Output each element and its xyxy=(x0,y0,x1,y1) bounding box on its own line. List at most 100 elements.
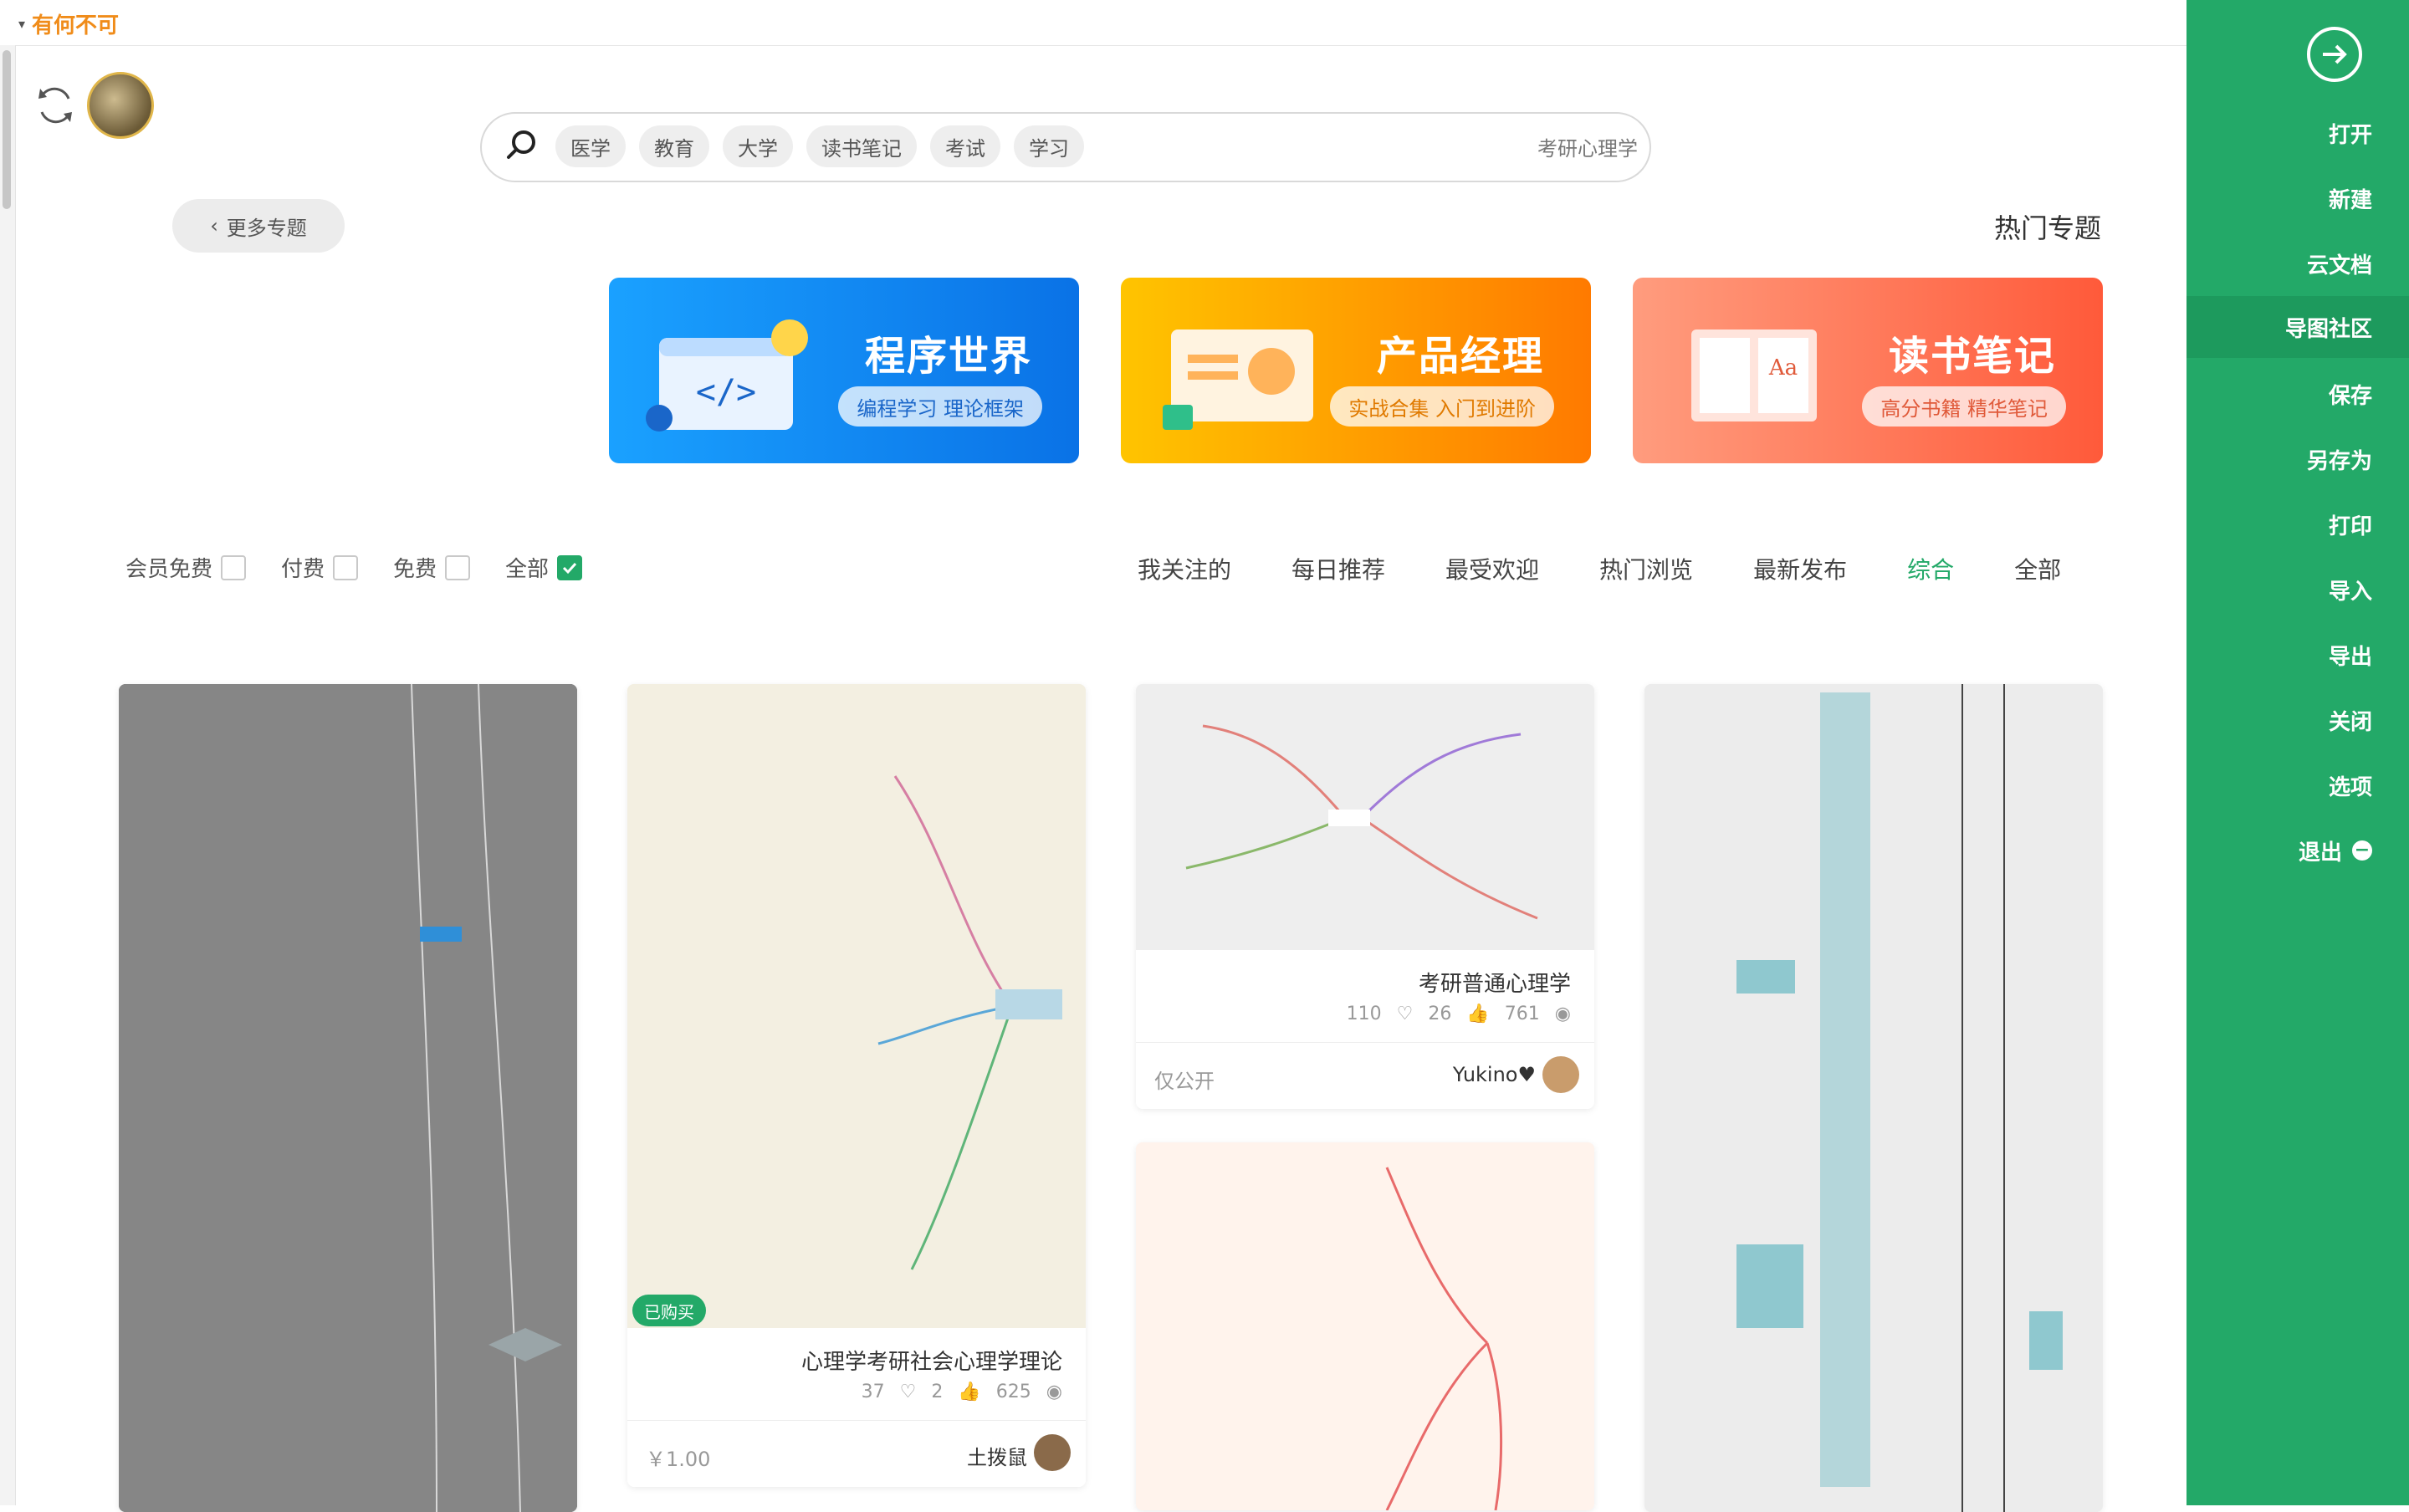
sidebar-item-new[interactable]: 新建 xyxy=(2187,167,2409,229)
tab-hot[interactable]: 热门浏览 xyxy=(1599,552,1693,585)
scrollbar-thumb[interactable] xyxy=(3,50,11,209)
refresh-icon[interactable] xyxy=(30,80,80,130)
mindmap-card[interactable]: 考研普通心理学 110 ♡ 26 👍 761 ◉ 仅公开 Yukino♥ xyxy=(1136,684,1594,1109)
like-count: 26 xyxy=(1428,1004,1452,1024)
sidebar-item-print[interactable]: 打印 xyxy=(2187,493,2409,555)
sidebar-item-save[interactable]: 保存 xyxy=(2187,363,2409,425)
purchased-badge: 已购买 xyxy=(632,1295,706,1326)
more-topics-button[interactable]: ‹ 更多专题 xyxy=(172,199,345,253)
vertical-scrollbar[interactable] xyxy=(0,45,16,1505)
sidebar-item-export[interactable]: 导出 xyxy=(2187,624,2409,686)
mindmap-card[interactable] xyxy=(1136,1142,1594,1510)
category-tabs: 我关注的 每日推荐 最受欢迎 热门浏览 最新发布 综合 全部 xyxy=(1138,552,2061,585)
chip-medicine[interactable]: 医学 xyxy=(555,125,626,167)
banner-subtitle: 编程学习 理论框架 xyxy=(838,386,1042,427)
sidebar-item-community[interactable]: 导图社区 xyxy=(2187,296,2409,358)
card-title[interactable]: 心理学考研社会心理学理论 xyxy=(801,1345,1062,1376)
heart-icon: ♡ xyxy=(1396,1004,1414,1024)
banner-title: 读书笔记 xyxy=(1888,333,2056,380)
brand-menu[interactable]: ▾ 有何不可 xyxy=(18,8,119,39)
filter-free[interactable]: 免费 xyxy=(393,552,475,583)
sidebar-item-close[interactable]: 关闭 xyxy=(2187,689,2409,751)
favorite-count: 110 xyxy=(1346,1004,1382,1024)
chip-study[interactable]: 学习 xyxy=(1014,125,1084,167)
author-avatar[interactable] xyxy=(1542,1056,1579,1093)
filter-label: 会员免费 xyxy=(125,557,213,582)
card-title[interactable]: 考研普通心理学 xyxy=(1419,967,1571,998)
filter-paid[interactable]: 付费 xyxy=(281,552,363,583)
brand-name: 有何不可 xyxy=(32,13,120,38)
chip-reading-notes[interactable]: 读书笔记 xyxy=(806,125,917,167)
user-avatar[interactable] xyxy=(87,72,154,139)
tab-all[interactable]: 全部 xyxy=(2014,552,2061,585)
tab-overall[interactable]: 综合 xyxy=(1907,552,1954,585)
sidebar-item-save-as[interactable]: 另存为 xyxy=(2187,428,2409,490)
checkbox[interactable] xyxy=(221,554,247,580)
check-icon xyxy=(563,562,577,574)
back-arrow-icon[interactable] xyxy=(2307,27,2362,82)
sidebar-item-exit[interactable]: 退出 − xyxy=(2187,820,2409,881)
eye-icon: ◉ xyxy=(1046,1382,1062,1402)
banner-subtitle: 实战合集 入门到进阶 xyxy=(1330,386,1554,427)
tab-latest[interactable]: 最新发布 xyxy=(1753,552,1847,585)
mindmap-thumbnail xyxy=(1644,684,2103,1512)
chevron-left-icon: ‹ xyxy=(210,214,218,238)
card-price: ￥1.00 xyxy=(646,1448,711,1471)
mindmap-thumbnail xyxy=(1136,1142,1594,1510)
author-avatar[interactable] xyxy=(1034,1434,1071,1471)
sidebar-item-open[interactable]: 打开 xyxy=(2187,102,2409,164)
card-price: 仅公开 xyxy=(1154,1070,1215,1093)
checkbox[interactable] xyxy=(445,554,471,580)
more-topics-label: 更多专题 xyxy=(226,216,307,240)
tab-popular[interactable]: 最受欢迎 xyxy=(1445,552,1539,585)
heart-icon: ♡ xyxy=(899,1382,917,1402)
banner-subtitle: 高分书籍 精华笔记 xyxy=(1862,386,2066,427)
view-count: 625 xyxy=(995,1382,1031,1402)
sidebar-item-options[interactable]: 选项 xyxy=(2187,754,2409,816)
mindmap-thumbnail xyxy=(1136,684,1594,950)
search-chips: 医学 教育 大学 读书笔记 考试 学习 xyxy=(555,125,1084,167)
card-author[interactable]: Yukino♥ xyxy=(1453,1063,1536,1086)
mindmap-card[interactable]: 已购买 心理学考研社会心理学理论 37 ♡ 2 👍 625 ◉ ￥1.00 土拨… xyxy=(627,684,1086,1487)
banner-reading-notes[interactable]: Aa 读书笔记 高分书籍 精华笔记 xyxy=(1633,278,2103,463)
banner-programming[interactable]: </> 程序世界 编程学习 理论框架 xyxy=(609,278,1079,463)
svg-text:</>: </> xyxy=(696,373,756,411)
mindmap-card[interactable] xyxy=(1644,684,2103,1512)
card-author[interactable]: 土拨鼠 xyxy=(967,1441,1027,1470)
checkbox[interactable] xyxy=(333,554,359,580)
svg-text:Aa: Aa xyxy=(1768,355,1798,381)
top-bar xyxy=(0,0,2187,46)
tab-daily[interactable]: 每日推荐 xyxy=(1291,552,1385,585)
eye-icon: ◉ xyxy=(1554,1004,1571,1024)
filter-all[interactable]: 全部 xyxy=(505,552,587,583)
presentation-icon xyxy=(1163,329,1313,430)
tab-following[interactable]: 我关注的 xyxy=(1138,552,1231,585)
chip-exam[interactable]: 考试 xyxy=(930,125,1000,167)
sidebar-item-import[interactable]: 导入 xyxy=(2187,559,2409,621)
mindmap-thumbnail xyxy=(119,684,577,1512)
search-input[interactable]: 考研心理学 xyxy=(1489,132,1638,161)
card-footer: 仅公开 Yukino♥ xyxy=(1136,1042,1594,1109)
search-icon[interactable] xyxy=(504,127,540,164)
chip-university[interactable]: 大学 xyxy=(723,125,793,167)
caret-down-icon: ▾ xyxy=(18,16,26,32)
thumbs-up-icon: 👍 xyxy=(1466,1004,1490,1024)
sidebar-item-cloud[interactable]: 云文档 xyxy=(2187,232,2409,294)
filter-member-free[interactable]: 会员免费 xyxy=(125,552,251,583)
card-footer: ￥1.00 土拨鼠 xyxy=(627,1420,1086,1487)
banner-product-manager[interactable]: 产品经理 实战合集 入门到进阶 xyxy=(1121,278,1591,463)
code-window-icon: </> xyxy=(646,319,808,432)
thumbs-up-icon: 👍 xyxy=(958,1382,981,1402)
card-stats: 37 ♡ 2 👍 625 ◉ xyxy=(862,1382,1062,1402)
banner-title: 产品经理 xyxy=(1376,333,1544,380)
exit-label: 退出 xyxy=(2298,840,2342,866)
mindmap-card[interactable] xyxy=(119,684,577,1512)
checkbox-checked[interactable] xyxy=(557,554,583,580)
chip-education[interactable]: 教育 xyxy=(639,125,709,167)
filter-label: 免费 xyxy=(393,557,437,582)
like-count: 2 xyxy=(931,1382,944,1402)
card-stats: 110 ♡ 26 👍 761 ◉ xyxy=(1347,1004,1571,1024)
view-count: 761 xyxy=(1504,1004,1540,1024)
banner-title: 程序世界 xyxy=(864,333,1032,380)
minus-circle-icon: − xyxy=(2352,840,2372,861)
